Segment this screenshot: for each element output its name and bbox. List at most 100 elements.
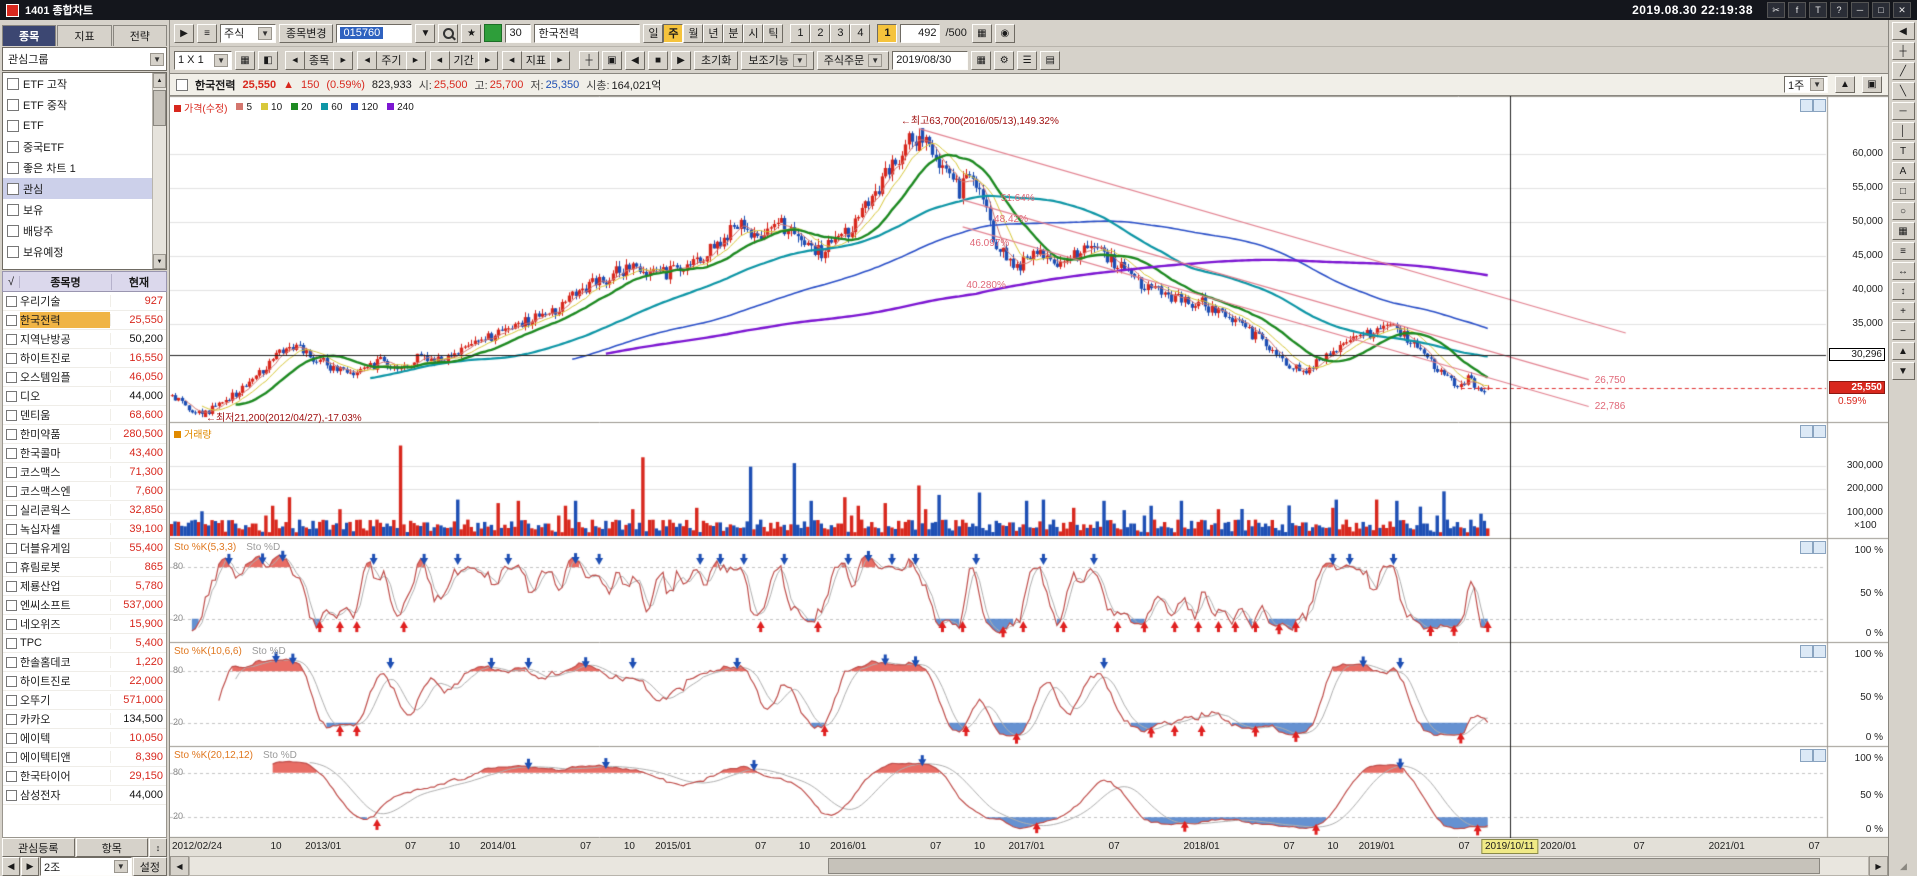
layout-combobox[interactable]: 1 X 1 ▼ [174, 50, 232, 70]
scrollbar-thumb[interactable] [153, 90, 166, 126]
nav-prev-icon[interactable]: ◀ [501, 50, 522, 70]
group-item[interactable]: 관심 [3, 178, 152, 199]
collapse-toolbar-icon[interactable]: ▶ [174, 23, 194, 43]
scroll-down-icon[interactable]: ▼ [1891, 362, 1915, 380]
stock-row[interactable]: 카카오 134,500 [3, 710, 166, 729]
stock-row[interactable]: 코스맥스 71,300 [3, 463, 166, 482]
stock-row[interactable]: 녹십자셀 39,100 [3, 520, 166, 539]
date-input[interactable]: 2019/08/30 [892, 50, 969, 70]
stock-checkbox[interactable] [6, 352, 17, 364]
stock-row[interactable]: 제룡산업 5,780 [3, 577, 166, 596]
period-button-년[interactable]: 년 [703, 23, 724, 43]
nav-prev-icon[interactable]: ◀ [429, 50, 450, 70]
crosshair-tool-icon[interactable]: ┼ [1891, 42, 1915, 60]
compare-icon[interactable]: ◧ [258, 50, 278, 70]
stock-checkbox[interactable] [6, 637, 17, 649]
preset-combobox[interactable]: 2조 ▼ [40, 857, 132, 876]
stock-checkbox[interactable] [6, 523, 17, 535]
stock-checkbox[interactable] [6, 447, 17, 459]
asset-type-combobox[interactable]: 주식 ▼ [220, 23, 276, 43]
stock-row[interactable]: 오스템임플 46,050 [3, 368, 166, 387]
stock-checkbox[interactable] [6, 371, 17, 383]
favorite-icon[interactable]: ★ [461, 23, 482, 43]
period-button-월[interactable]: 월 [683, 23, 704, 43]
group-checkbox[interactable] [7, 203, 19, 216]
stock-checkbox[interactable] [6, 694, 17, 706]
dropdown-icon[interactable]: ▼ [415, 23, 436, 43]
maximize-icon[interactable]: □ [1872, 2, 1890, 18]
next-group-icon[interactable]: ▶ [21, 857, 39, 876]
nav-next-icon[interactable]: ▶ [333, 50, 354, 70]
settings-gear-icon[interactable]: ⚙ [994, 50, 1015, 70]
stock-row[interactable]: 에이텍 10,050 [3, 729, 166, 748]
group-checkbox[interactable] [7, 182, 19, 195]
collapse-panel-icon[interactable]: ◀ [1891, 22, 1915, 40]
stock-row[interactable]: 하이트진로 16,550 [3, 349, 166, 368]
symbol-code-input[interactable]: 015760 [336, 23, 413, 43]
nav-next-icon[interactable]: ▶ [477, 50, 498, 70]
stock-checkbox[interactable] [6, 409, 17, 421]
stock-checkbox[interactable] [6, 656, 17, 668]
resize-grip[interactable]: ◢ [1888, 856, 1917, 876]
group-checkbox[interactable] [7, 140, 19, 153]
stock-checkbox[interactable] [6, 466, 17, 478]
group-item[interactable]: 배당주 [3, 220, 152, 241]
stock-checkbox[interactable] [6, 561, 17, 573]
snapshot-icon[interactable]: ◉ [994, 23, 1015, 43]
group-checkbox[interactable] [7, 119, 19, 132]
group-list-scrollbar[interactable]: ▲ ▼ [152, 73, 166, 269]
panel-menu-icon[interactable] [1800, 749, 1813, 762]
watch-group-combobox[interactable]: 관심그룹 ▼ [2, 47, 167, 71]
panel-close-icon[interactable] [1813, 541, 1826, 554]
data-count-box[interactable]: 30 [505, 23, 532, 43]
grid-icon[interactable]: ▦ [235, 50, 255, 70]
stock-row[interactable]: 한국타이어 29,150 [3, 767, 166, 786]
period-button-틱[interactable]: 틱 [763, 23, 784, 43]
calendar-icon[interactable]: ▦ [971, 50, 992, 70]
stock-checkbox[interactable] [6, 428, 17, 440]
pan-vertical-icon[interactable]: ↕ [1891, 282, 1915, 300]
stock-checkbox[interactable] [6, 618, 17, 630]
period-button-분[interactable]: 분 [723, 23, 744, 43]
help-icon[interactable]: ? [1830, 2, 1848, 18]
panel-close-icon[interactable] [1813, 425, 1826, 438]
group-checkbox[interactable] [7, 245, 19, 258]
stock-row[interactable]: 삼성전자 44,000 [3, 786, 166, 805]
stock-row[interactable]: 엔씨소프트 537,000 [3, 596, 166, 615]
sidebar-tab-종목[interactable]: 종목 [2, 25, 57, 46]
reset-button[interactable]: 초기화 [694, 50, 739, 70]
stock-row[interactable]: 한국전력 25,550 [3, 311, 166, 330]
scroll-up-icon[interactable]: ▲ [153, 73, 166, 88]
stock-checkbox[interactable] [6, 599, 17, 611]
link-chart-icon[interactable] [484, 24, 503, 42]
stock-row[interactable]: 코스맥스엔 7,600 [3, 482, 166, 501]
scroll-left-icon[interactable]: ◀ [170, 856, 189, 876]
text-tool-icon[interactable]: T [1891, 142, 1915, 160]
nav-next-icon[interactable]: ▶ [550, 50, 570, 70]
stock-checkbox[interactable] [6, 675, 17, 687]
nav-prev-icon[interactable]: ◀ [357, 50, 378, 70]
stock-checkbox[interactable] [6, 789, 17, 801]
stock-checkbox[interactable] [6, 732, 17, 744]
stock-row[interactable]: 하이트진로 22,000 [3, 672, 166, 691]
capture-icon[interactable]: ✂ [1767, 2, 1785, 18]
stock-checkbox[interactable] [6, 485, 17, 497]
period-button-일[interactable]: 일 [643, 23, 664, 43]
stock-row[interactable]: 우리기술 927 [3, 292, 166, 311]
grid-tool-icon[interactable]: ▦ [1891, 222, 1915, 240]
group-checkbox[interactable] [7, 98, 19, 111]
stock-row[interactable]: 한국콜마 43,400 [3, 444, 166, 463]
nav-next-icon[interactable]: ▶ [405, 50, 426, 70]
interval-button-4[interactable]: 4 [850, 23, 871, 43]
chart-options-icon[interactable]: ▣ [1862, 76, 1882, 93]
stock-row[interactable]: 에이텍티앤 8,390 [3, 748, 166, 767]
stock-checkbox[interactable] [6, 580, 17, 592]
symbol-name-field[interactable]: 한국전력 [534, 23, 641, 43]
search-icon[interactable] [438, 23, 459, 43]
group-checkbox[interactable] [7, 77, 19, 90]
crosshair-icon[interactable]: ┼ [579, 50, 599, 70]
stock-order-button[interactable]: 주식주문 ▼ [816, 50, 890, 70]
interval-active-button[interactable]: 1 [877, 23, 898, 43]
dropdown-icon[interactable]: ▼ [258, 26, 272, 40]
horizontal-scrollbar[interactable]: ◀ ▶ [170, 856, 1888, 876]
